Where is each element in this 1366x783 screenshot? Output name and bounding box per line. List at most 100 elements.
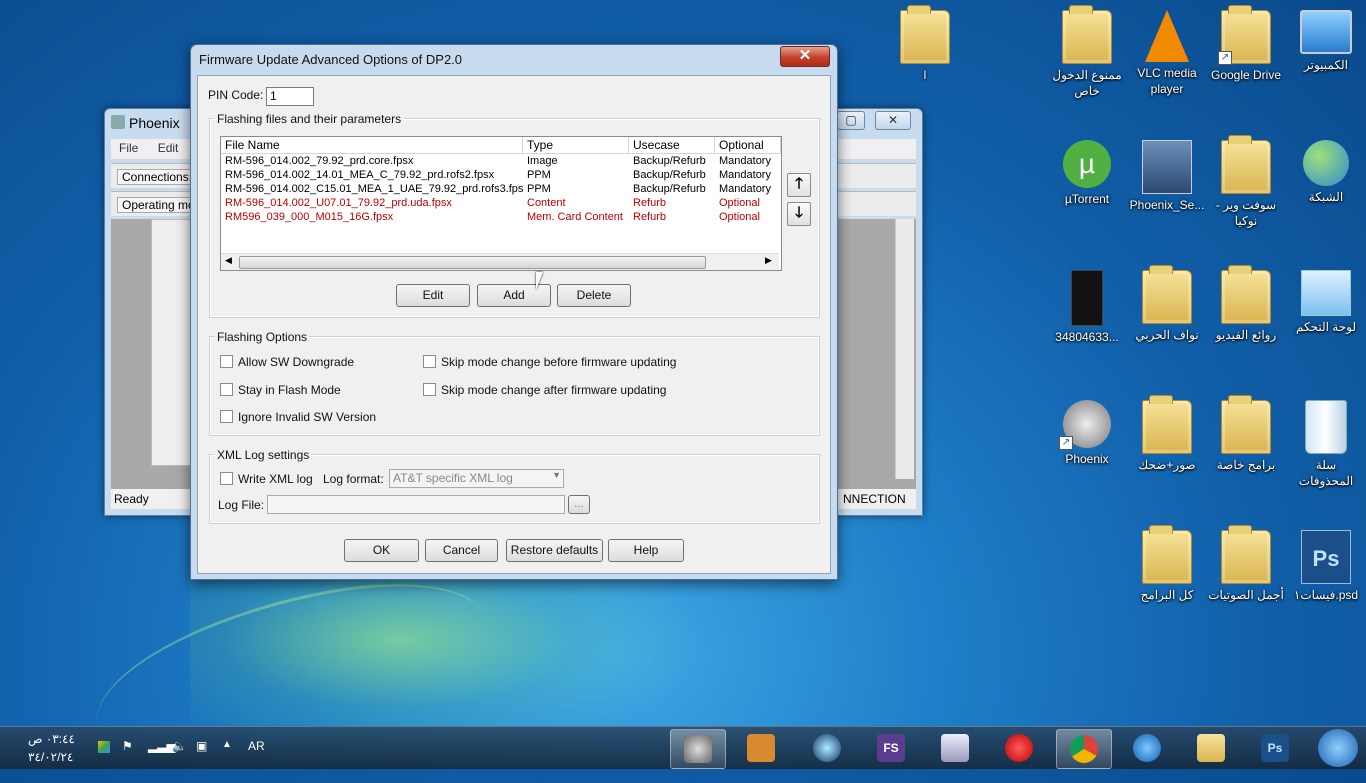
log-format-select[interactable]: AT&T specific XML log ▼ <box>389 469 564 488</box>
cell-usecase: Refurb <box>633 211 667 223</box>
taskbar-media[interactable] <box>800 729 854 767</box>
column-usecase[interactable]: Usecase <box>629 137 715 153</box>
stay-flash-checkbox[interactable] <box>220 383 233 396</box>
language-indicator[interactable]: AR <box>248 739 265 753</box>
allow-downgrade-checkbox[interactable] <box>220 355 233 368</box>
action-center-icon[interactable]: ⚑ <box>122 739 133 753</box>
list-hscrollbar[interactable]: ◀ ▶ <box>221 253 779 270</box>
log-file-label: Log File: <box>218 498 265 512</box>
desktop-icon-network[interactable]: الشبكة <box>1287 140 1365 205</box>
taskbar-photoshop[interactable]: Ps <box>1248 729 1302 767</box>
skip-before-label: Skip mode change before firmware updatin… <box>441 355 677 369</box>
column-type[interactable]: Type <box>523 137 629 153</box>
dialog-title: Firmware Update Advanced Options of DP2.… <box>199 52 463 67</box>
desktop-icon-l-folder[interactable]: l <box>886 5 964 83</box>
desktop-icon-computer[interactable]: الكمبيوتر <box>1287 10 1365 73</box>
table-row[interactable]: RM596_039_000_M015_16G.fpsx Mem. Card Con… <box>221 210 781 224</box>
log-format-label: Log format: <box>323 472 384 486</box>
taskbar-explorer[interactable] <box>1184 729 1238 767</box>
table-row[interactable]: RM-596_014.002_C15.01_MEA_1_UAE_79.92_pr… <box>221 182 781 196</box>
taskbar-phoenix[interactable] <box>670 729 726 769</box>
xml-log-legend: XML Log settings <box>215 448 312 462</box>
close-button[interactable]: ✕ <box>875 111 911 130</box>
edit-button[interactable]: Edit <box>396 284 470 307</box>
desktop-icon-vlc[interactable]: VLC media player <box>1128 10 1206 97</box>
menu-edit[interactable]: Edit <box>150 139 187 157</box>
taskbar-notepad[interactable] <box>928 729 982 767</box>
desktop-icon-recycle-bin[interactable]: سلة المحذوفات <box>1287 400 1365 489</box>
skip-after-checkbox[interactable] <box>423 383 436 396</box>
pin-code-input[interactable]: 1 <box>266 87 314 106</box>
folder-icon <box>1221 265 1271 324</box>
scroll-right-arrow-icon[interactable]: ▶ <box>765 255 772 266</box>
ignore-invalid-checkbox[interactable] <box>220 410 233 423</box>
table-row[interactable]: RM-596_014.002_79.92_prd.core.fpsx Image B… <box>221 154 781 168</box>
explorer-icon <box>1197 734 1225 762</box>
flashing-files-list[interactable]: File Name Type Usecase Optional RM-596_0… <box>220 136 782 271</box>
desktop-icon-video-folder[interactable]: روائع الفيديو <box>1207 265 1285 343</box>
cell-optional: Mandatory <box>719 169 771 181</box>
clock-time[interactable]: ٠٣:٤٤ ص <box>28 732 75 746</box>
desktop-icon-phone-image[interactable]: 34804633... <box>1048 270 1126 345</box>
table-row[interactable]: RM-596_014.002_14.01_MEA_C_79.92_prd.rof… <box>221 168 781 182</box>
column-file-name[interactable]: File Name <box>221 137 523 153</box>
desktop-icon-special-programs[interactable]: برامج خاصة <box>1207 395 1285 473</box>
device-icon[interactable]: ▣ <box>196 739 207 753</box>
desktop-icon-audio-folder[interactable]: أجمل الصوتيات <box>1207 525 1285 603</box>
clock-date[interactable]: ٣٤/٠٢/٢٤ <box>28 750 73 764</box>
ps-icon-text: Ps <box>1267 741 1283 755</box>
cell-file: RM-596_014.002_79.92_prd.core.fpsx <box>225 155 414 167</box>
taskbar-opera[interactable] <box>992 729 1046 767</box>
desktop-icon-all-programs[interactable]: كل البرامج <box>1128 525 1206 603</box>
cell-usecase: Backup/Refurb <box>633 155 706 167</box>
move-down-button[interactable]: 🡓 <box>787 202 811 226</box>
firmware-options-dialog[interactable]: Firmware Update Advanced Options of DP2.… <box>190 44 838 580</box>
cancel-button[interactable]: Cancel <box>425 539 498 562</box>
stay-flash-label: Stay in Flash Mode <box>238 383 341 397</box>
cell-optional: Mandatory <box>719 155 771 167</box>
skip-before-checkbox[interactable] <box>423 355 436 368</box>
volume-muted-icon[interactable]: 🔈 <box>172 739 187 753</box>
desktop-icon-psd-file[interactable]: Ps فيسات١.psd <box>1287 530 1365 603</box>
move-up-button[interactable]: 🡑 <box>787 173 811 197</box>
write-xml-checkbox[interactable] <box>220 472 233 485</box>
cell-usecase: Backup/Refurb <box>633 169 706 181</box>
ignore-invalid-label: Ignore Invalid SW Version <box>238 410 377 424</box>
desktop-icon-phoenix[interactable]: ↗ Phoenix <box>1048 400 1126 467</box>
desktop-icon-photos-folder[interactable]: صور+ضحك <box>1128 395 1206 473</box>
desktop-icon-google-drive[interactable]: ↗ Google Drive <box>1207 5 1285 83</box>
maximize-button[interactable]: ▢ <box>837 111 865 130</box>
taskbar-chrome[interactable] <box>1056 729 1112 769</box>
phoenix-icon: ↗ <box>1059 400 1111 450</box>
desktop-icon-private-folder[interactable]: ممنوع الدخول خاص <box>1048 5 1126 99</box>
scroll-thumb[interactable] <box>239 256 706 269</box>
delete-button[interactable]: Delete <box>557 284 631 307</box>
pin-code-label: PIN Code: <box>208 88 264 102</box>
column-optional[interactable]: Optional <box>715 137 781 153</box>
show-hidden-icons[interactable]: ▲ <box>222 739 232 750</box>
taskbar-nokia-tool[interactable] <box>734 729 788 767</box>
dialog-close-button[interactable]: ✕ <box>780 46 830 67</box>
folder-icon <box>1221 135 1271 194</box>
browse-button[interactable]: ... <box>568 495 590 514</box>
start-button[interactable] <box>1318 729 1358 767</box>
taskbar-ie[interactable] <box>1120 729 1174 767</box>
restore-defaults-button[interactable]: Restore defaults <box>506 539 603 562</box>
desktop-icon-control-panel[interactable]: لوحة التحكم <box>1287 270 1365 335</box>
connections-label[interactable]: Connections: <box>117 169 198 185</box>
table-row[interactable]: RM-596_014.002_U07.01_79.92_prd.uda.fpsx… <box>221 196 781 210</box>
log-file-input[interactable] <box>267 495 565 514</box>
google-drive-tray-icon[interactable] <box>98 741 110 753</box>
desktop-icon-phoenix-service[interactable]: Phoenix_Se... <box>1128 140 1206 213</box>
help-button[interactable]: Help <box>608 539 684 562</box>
log-format-value: AT&T specific XML log <box>393 471 513 485</box>
desktop-icon-nokia-software[interactable]: سوفت وير - نوكيا <box>1207 135 1285 229</box>
desktop-icon-utorrent[interactable]: µ µTorrent <box>1048 140 1126 207</box>
menu-file[interactable]: File <box>111 139 146 157</box>
ok-button[interactable]: OK <box>344 539 419 562</box>
taskbar-fs[interactable]: FS <box>864 729 918 767</box>
phoenix-scrollbar[interactable] <box>895 219 914 479</box>
scroll-left-arrow-icon[interactable]: ◀ <box>225 255 232 266</box>
chrome-icon <box>1070 735 1098 763</box>
desktop-icon-nawaf-folder[interactable]: نواف الحربي <box>1128 265 1206 343</box>
